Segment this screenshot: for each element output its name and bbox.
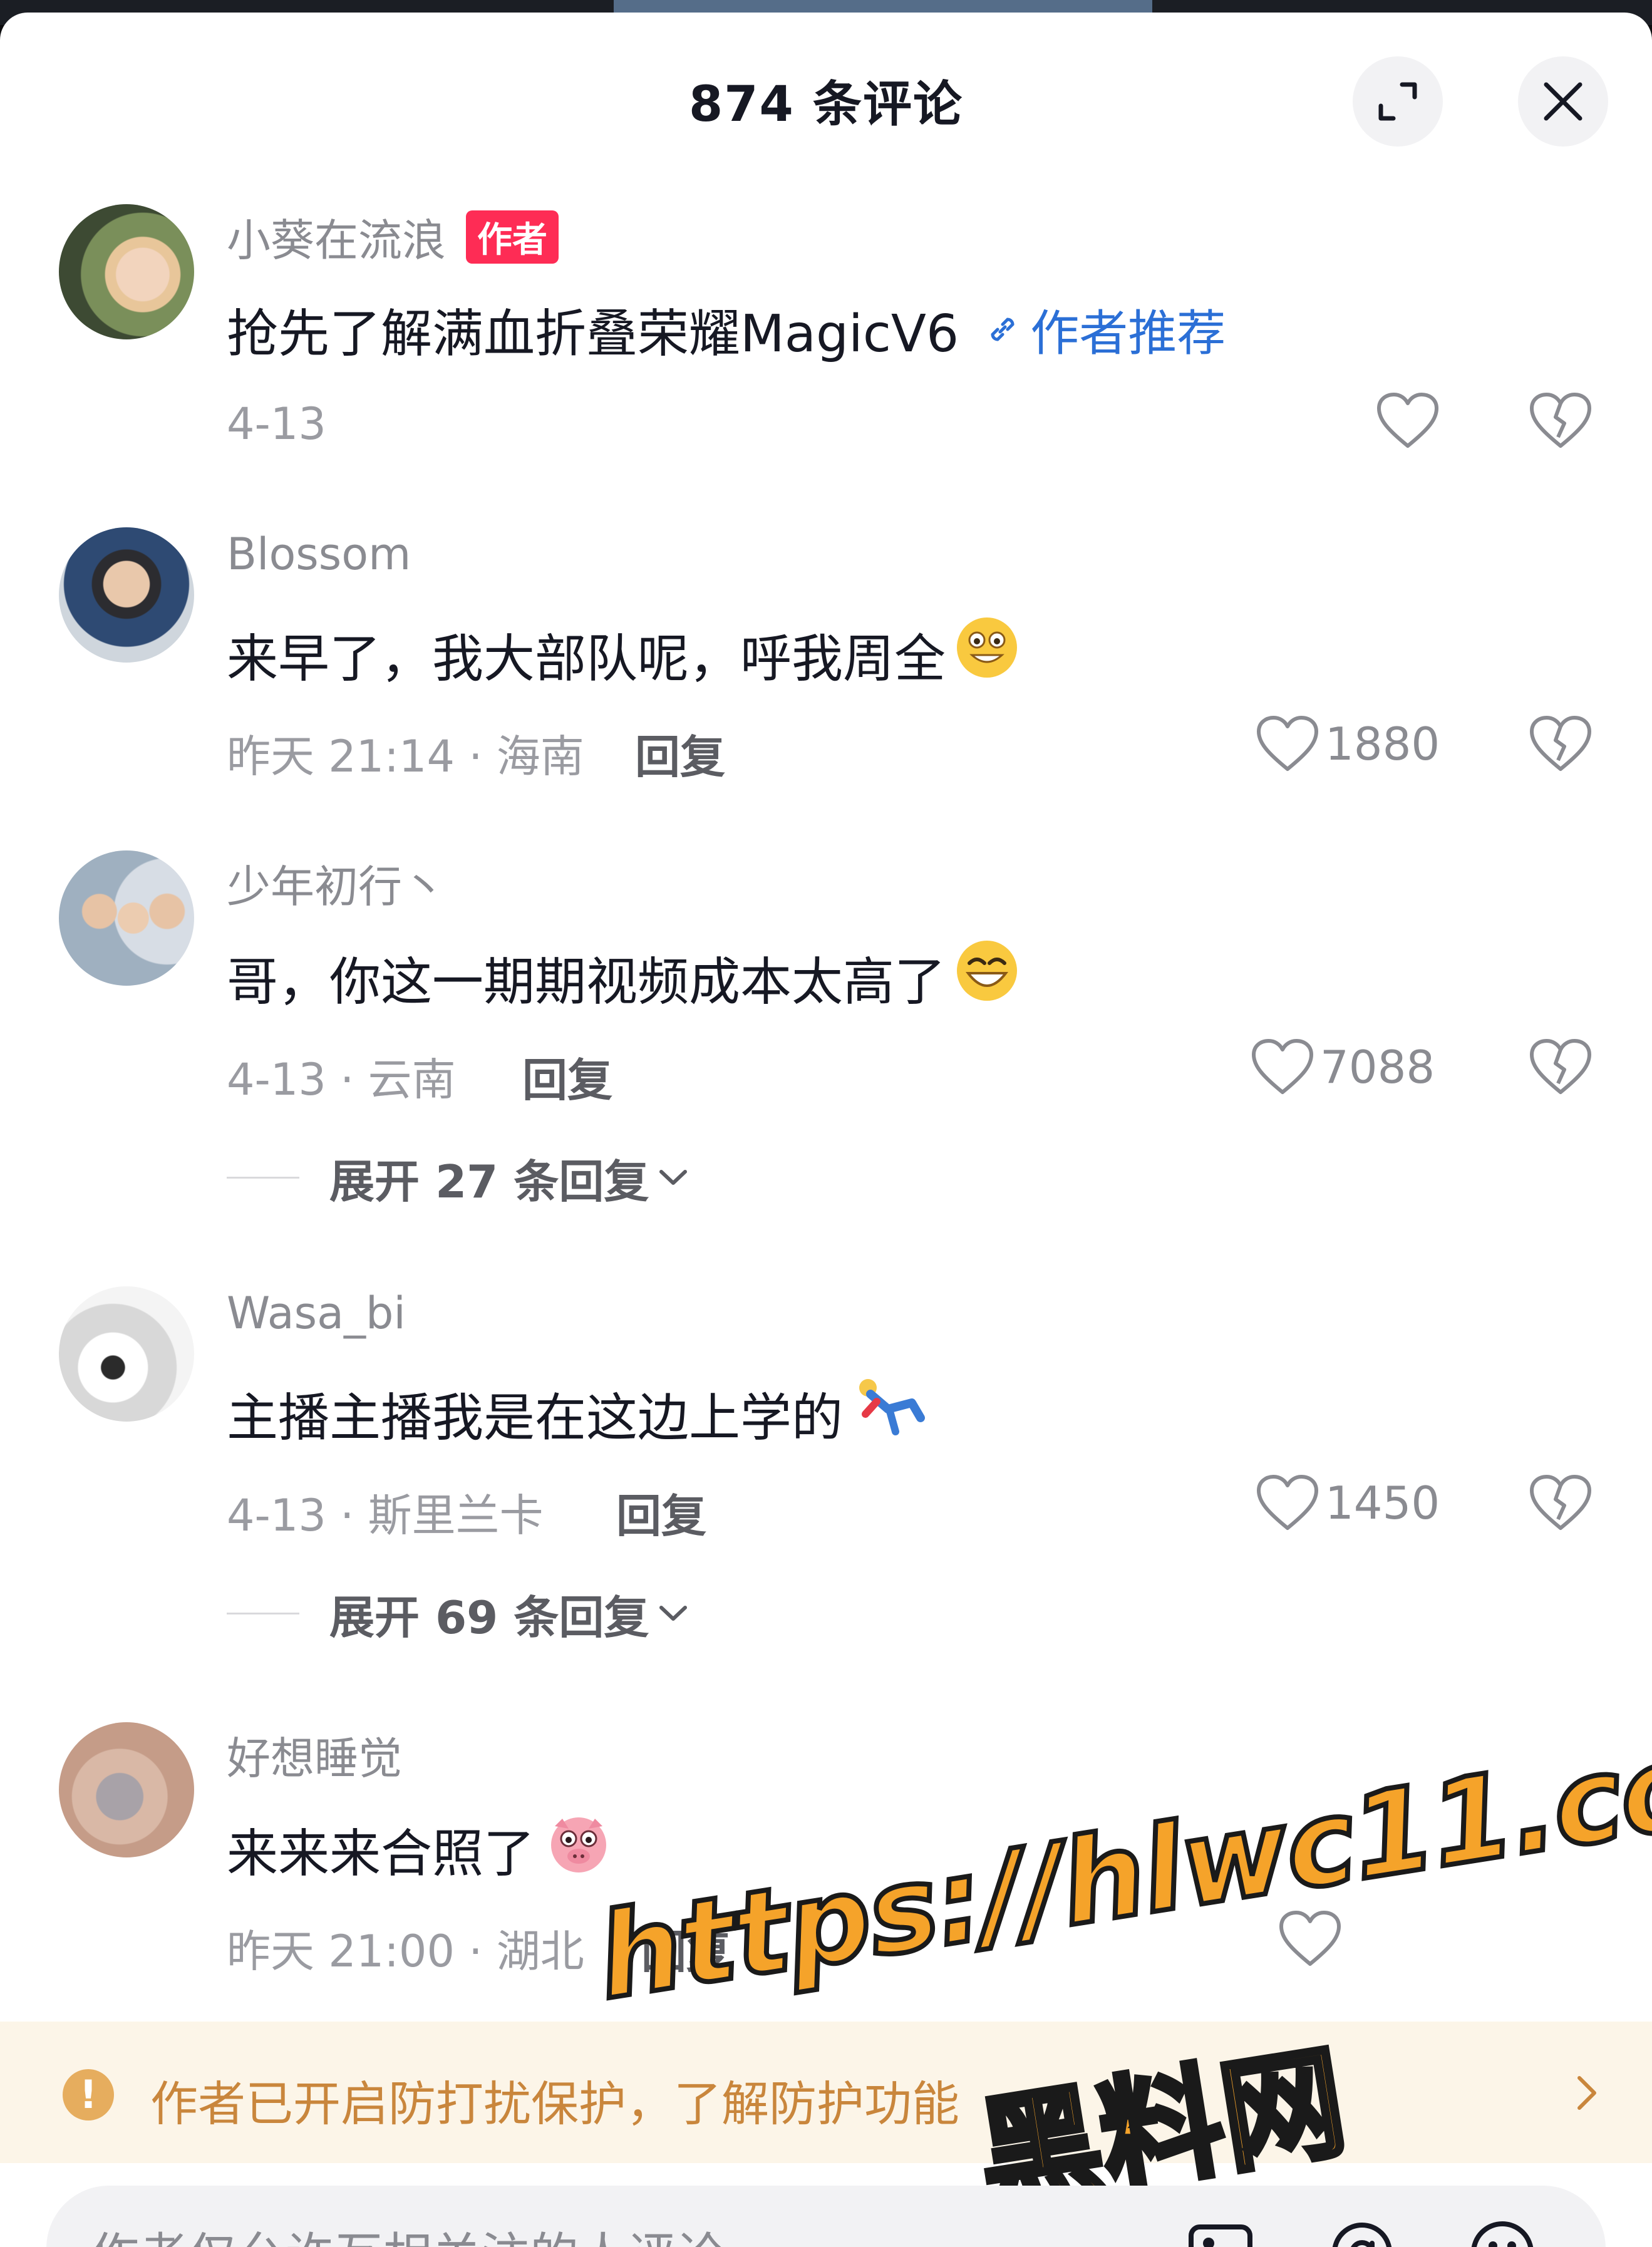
expand-replies-button[interactable]: 展开 27 条回复 — [227, 1145, 689, 1211]
dislike-button[interactable] — [1528, 714, 1593, 777]
like-button[interactable]: 1450 — [1255, 1473, 1440, 1533]
comment-text-content: 抢先了解满血折叠荣耀MagicV6 — [227, 304, 959, 364]
expand-icon — [1378, 82, 1417, 121]
broken-heart-icon — [1530, 716, 1591, 771]
author-badge: 作者 — [466, 210, 559, 264]
pig-emoji-icon — [544, 1810, 614, 1888]
dislike-button[interactable] — [1528, 391, 1593, 453]
like-button[interactable] — [1375, 391, 1445, 451]
comment-text: 抢先了解满血折叠荣耀MagicV6 作者推荐 — [227, 292, 1226, 366]
video-preview — [614, 0, 1152, 14]
comment-username[interactable]: 少年初行丶 — [227, 852, 446, 915]
heart-icon — [1252, 1039, 1313, 1094]
avatar[interactable] — [59, 204, 194, 339]
comment-meta: 4-13 · 云南 — [227, 1054, 456, 1105]
like-button[interactable]: 7088 — [1250, 1037, 1435, 1097]
avatar[interactable] — [59, 1722, 194, 1857]
reply-button[interactable]: 回复 — [635, 720, 725, 786]
comment-meta: 4-13 · 斯里兰卡 — [227, 1490, 544, 1541]
expand-button[interactable] — [1353, 56, 1443, 147]
avatar[interactable] — [59, 850, 194, 986]
comments-sheet: 874 条评论 小葵在流浪 作者 抢先了解满血折叠荣耀MagicV6 作者推荐 4… — [0, 13, 1652, 2247]
chevron-down-icon — [659, 1169, 688, 1185]
warning-icon: ! — [63, 2069, 114, 2120]
divider — [227, 1613, 299, 1614]
reply-button[interactable]: 回复 — [616, 1479, 706, 1545]
image-icon[interactable] — [1186, 2218, 1255, 2247]
comment-text-content: 来早了，我大部队呢，呼我周全 — [227, 629, 946, 689]
protection-notice[interactable]: ! 作者已开启防打扰保护，了解防护功能 — [0, 2022, 1652, 2163]
link-icon — [991, 317, 1014, 341]
like-count: 1450 — [1325, 1477, 1440, 1529]
dislike-button[interactable] — [1528, 1037, 1593, 1100]
reply-button[interactable]: 回复 — [522, 1043, 612, 1109]
expand-replies-button[interactable]: 展开 69 条回复 — [227, 1581, 689, 1646]
comment-text: 来来来合照了 — [227, 1810, 614, 1888]
chevron-right-icon — [1577, 2076, 1596, 2110]
comment-text-content: 来来来合照了 — [227, 1824, 535, 1884]
like-button[interactable]: 1880 — [1255, 714, 1440, 774]
watermark-url: https://hlwc11.com — [586, 1696, 1652, 2028]
broken-heart-icon — [1530, 1039, 1591, 1094]
comment-input-placeholder: 作者仅允许互相关注的人评论 — [90, 2217, 725, 2247]
dislike-button[interactable] — [1528, 1473, 1593, 1536]
close-icon — [1544, 82, 1582, 121]
comment-meta: 昨天 21:00 · 湖北 — [227, 1926, 584, 1977]
comment-text: 来早了，我大部队呢，呼我周全 — [227, 615, 1020, 693]
comment-text: 主播主播我是在这边上学的 — [227, 1374, 927, 1452]
avatar[interactable] — [59, 1286, 194, 1422]
broken-heart-icon — [1530, 1475, 1591, 1530]
close-button[interactable] — [1518, 56, 1608, 147]
comment-text: 哥，你这一期期视频成本太高了 — [227, 938, 1020, 1016]
like-count: 7088 — [1320, 1041, 1435, 1093]
broken-heart-icon — [1530, 393, 1591, 448]
expand-replies-label: 展开 27 条回复 — [329, 1155, 649, 1208]
comment-username[interactable]: Blossom — [227, 529, 411, 580]
laugh-emoji-icon — [954, 938, 1020, 1016]
comment-text-content: 主播主播我是在这边上学的 — [227, 1388, 844, 1448]
comment-username[interactable]: Wasa_bi — [227, 1288, 406, 1339]
heart-icon — [1257, 716, 1318, 771]
comment-meta: 4-13 — [227, 398, 326, 450]
comment-meta: 昨天 21:14 · 海南 — [227, 731, 584, 782]
grin-emoji-icon — [954, 615, 1020, 693]
avatar[interactable] — [59, 527, 194, 663]
emoji-icon[interactable] — [1468, 2218, 1537, 2247]
chevron-down-icon — [659, 1605, 688, 1621]
author-recommend-link[interactable]: 作者推荐 — [984, 294, 1226, 364]
mention-icon[interactable] — [1328, 2218, 1396, 2247]
comment-input[interactable]: 作者仅允许互相关注的人评论 — [46, 2186, 1606, 2247]
like-count: 1880 — [1325, 718, 1440, 770]
heart-icon — [1377, 393, 1438, 448]
comment-text-content: 哥，你这一期期视频成本太高了 — [227, 952, 946, 1012]
heart-icon — [1257, 1475, 1318, 1530]
comment-username[interactable]: 好想睡觉 — [227, 1723, 402, 1787]
expand-replies-label: 展开 69 条回复 — [329, 1591, 649, 1644]
author-recommend-label: 作者推荐 — [1030, 305, 1226, 362]
divider — [227, 1177, 299, 1179]
notice-text: 作者已开启防打扰保护，了解防护功能 — [150, 2076, 959, 2132]
flying-figure-emoji-icon — [852, 1374, 927, 1452]
comment-username[interactable]: 小葵在流浪 作者 — [227, 205, 559, 269]
